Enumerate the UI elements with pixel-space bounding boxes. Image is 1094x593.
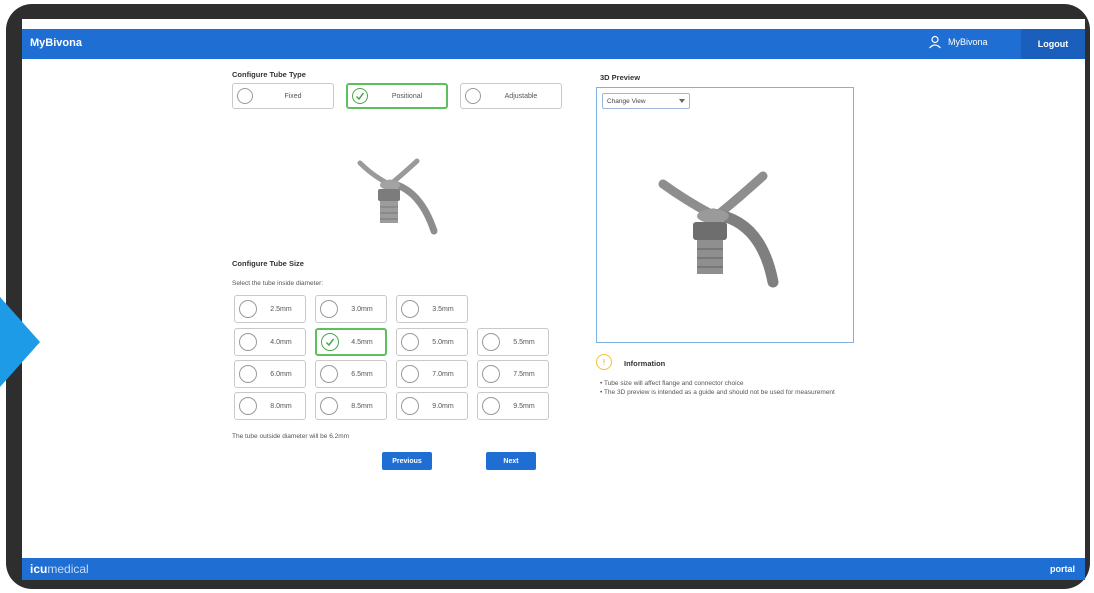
tube-size-label: 9.5mm (513, 402, 535, 410)
radio-icon (482, 397, 500, 415)
information-title: Information (624, 359, 666, 368)
change-view-label: Change View (607, 97, 646, 105)
logout-button[interactable]: Logout (1021, 29, 1085, 59)
tube-size-option[interactable]: 2.5mm (234, 295, 306, 323)
tube-size-option-selected[interactable]: 4.5mm (315, 328, 387, 356)
brand-title[interactable]: MyBivona (30, 37, 82, 49)
tube-size-option[interactable]: 7.0mm (396, 360, 468, 388)
tube-size-label: 4.5mm (351, 338, 373, 346)
tube-size-option[interactable]: 3.5mm (396, 295, 468, 323)
user-account-link[interactable]: MyBivona (928, 35, 988, 49)
radio-icon (237, 88, 253, 104)
logo-light-text: medical (47, 562, 89, 576)
tube-size-label: 3.5mm (432, 305, 454, 313)
tube-size-option[interactable]: 9.0mm (396, 392, 468, 420)
radio-icon (401, 333, 419, 351)
app-screen: MyBivona MyBivona Logout Configure Tube … (22, 19, 1085, 580)
tube-size-label: 7.0mm (432, 370, 454, 378)
tube-size-label: 4.0mm (270, 338, 292, 346)
radio-icon (239, 300, 257, 318)
tube-3d-model[interactable] (643, 170, 793, 300)
tube-size-option[interactable]: 5.0mm (396, 328, 468, 356)
arrow-right-icon (0, 297, 40, 387)
information-text: • Tube size will affect flange and conne… (600, 379, 850, 397)
chevron-down-icon (679, 99, 685, 103)
tube-type-option-adjustable[interactable]: Adjustable (460, 83, 562, 109)
radio-icon (401, 365, 419, 383)
change-view-dropdown[interactable]: Change View (602, 93, 690, 109)
radio-icon (239, 333, 257, 351)
user-icon (929, 35, 941, 49)
outside-diameter-note: The tube outside diameter will be 6.2mm (232, 433, 350, 440)
radio-icon (239, 365, 257, 383)
information-icon: ! (596, 354, 612, 370)
tube-size-label: 2.5mm (270, 305, 292, 313)
tube-size-label: 9.0mm (432, 402, 454, 410)
tube-size-label: 6.5mm (351, 370, 373, 378)
tube-size-option[interactable]: 8.0mm (234, 392, 306, 420)
tube-size-label: 8.5mm (351, 402, 373, 410)
tube-size-option[interactable]: 6.0mm (234, 360, 306, 388)
radio-icon (401, 300, 419, 318)
tube-size-label: 6.0mm (270, 370, 292, 378)
tube-type-title: Configure Tube Type (232, 70, 306, 79)
radio-icon (320, 300, 338, 318)
tracheostomy-tube-image (357, 158, 438, 235)
radio-icon (239, 397, 257, 415)
radio-icon (465, 88, 481, 104)
checkmark-icon (321, 333, 339, 351)
tube-type-label: Positional (391, 92, 423, 100)
tube-size-option[interactable]: 8.5mm (315, 392, 387, 420)
tube-size-option[interactable]: 9.5mm (477, 392, 549, 420)
previous-button[interactable]: Previous (382, 452, 432, 470)
next-button[interactable]: Next (486, 452, 536, 470)
tube-type-option-fixed[interactable]: Fixed (232, 83, 334, 109)
preview-panel: Change View (596, 87, 854, 343)
tube-size-label: 8.0mm (270, 402, 292, 410)
tube-size-option[interactable]: 4.0mm (234, 328, 306, 356)
radio-icon (401, 397, 419, 415)
radio-icon (482, 333, 500, 351)
checkmark-icon (352, 88, 368, 104)
footer-bar: icumedical portal (22, 558, 1085, 580)
preview-title: 3D Preview (600, 73, 641, 82)
tube-size-label: 3.0mm (351, 305, 373, 313)
tube-size-option[interactable]: 6.5mm (315, 360, 387, 388)
radio-icon (320, 397, 338, 415)
tube-type-label: Fixed (284, 92, 302, 100)
tube-size-option[interactable]: 5.5mm (477, 328, 549, 356)
footer-portal-label: portal (1049, 564, 1075, 574)
information-bullet: • The 3D preview is intended as a guide … (600, 389, 835, 396)
user-account-label: MyBivona (948, 37, 988, 47)
logo-bold-text: icu (30, 562, 48, 576)
tube-size-title: Configure Tube Size (232, 259, 304, 268)
top-navigation-bar: MyBivona MyBivona Logout (22, 29, 1085, 59)
tube-size-label: 5.0mm (432, 338, 454, 346)
tube-size-option[interactable]: 7.5mm (477, 360, 549, 388)
radio-icon (320, 365, 338, 383)
tube-type-option-positional[interactable]: Positional (346, 83, 448, 109)
tube-size-option[interactable]: 3.0mm (315, 295, 387, 323)
tube-size-label: 5.5mm (513, 338, 535, 346)
tube-size-label: 7.5mm (513, 370, 535, 378)
icu-medical-logo: icumedical (30, 562, 89, 576)
tube-size-instruction: Select the tube inside diameter: (232, 280, 324, 287)
radio-icon (482, 365, 500, 383)
information-bullet: • Tube size will affect flange and conne… (600, 380, 744, 387)
tube-type-label: Adjustable (504, 92, 538, 100)
